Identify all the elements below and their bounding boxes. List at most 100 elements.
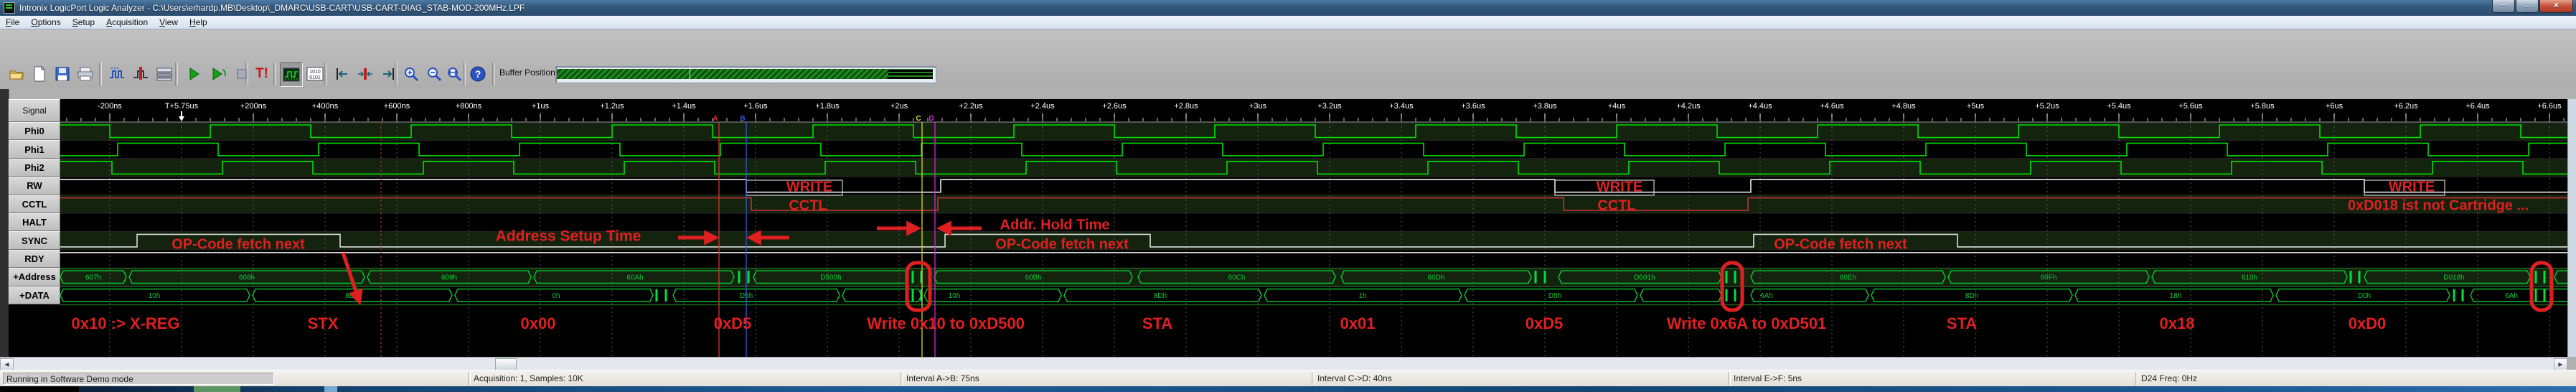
buffer-position-label: Buffer Position:: [499, 67, 558, 78]
signal-label-cctl[interactable]: CCTL: [9, 195, 60, 213]
stop-icon[interactable]: [231, 62, 253, 85]
state-view-icon[interactable]: 1010 0101: [304, 62, 326, 85]
svg-text:+2us: +2us: [890, 102, 908, 111]
goto-start-icon[interactable]: [332, 62, 353, 85]
signal-setup-icon[interactable]: [106, 62, 128, 85]
svg-text:-200ns: -200ns: [98, 102, 122, 111]
new-icon[interactable]: [29, 62, 50, 85]
svg-text:+1.6us: +1.6us: [743, 102, 768, 111]
svg-text:A: A: [713, 115, 718, 123]
zoom-in-icon[interactable]: [400, 62, 422, 85]
svg-text:+3.4us: +3.4us: [1389, 102, 1414, 111]
open-icon[interactable]: [6, 62, 27, 85]
svg-text:+3.2us: +3.2us: [1317, 102, 1342, 111]
run-icon[interactable]: [184, 62, 205, 85]
signal-label-phi0[interactable]: Phi0: [9, 122, 60, 141]
svg-text:+200ns: +200ns: [240, 102, 267, 111]
list-setup-icon[interactable]: [154, 62, 175, 85]
signal-label-halt[interactable]: HALT: [9, 213, 60, 232]
red-annotation: 0x00: [521, 314, 556, 332]
app-icon: [4, 2, 15, 14]
zoom-fit-icon[interactable]: [443, 62, 465, 85]
red-annotation: 0x10 :> X-REG: [71, 314, 179, 332]
toolbar-separator: [273, 62, 276, 85]
red-annotation: 0xD018 ist not Cartridge ...: [2348, 197, 2529, 213]
svg-text:+4us: +4us: [1608, 102, 1626, 111]
menu-item-help[interactable]: Help: [184, 17, 213, 27]
svg-text:610h: 610h: [2242, 274, 2257, 281]
red-annotation: 0x18: [2160, 314, 2195, 332]
red-annotation: CCTL: [789, 197, 827, 213]
menu-item-file[interactable]: File: [0, 17, 25, 27]
toolbar-separator: [492, 62, 495, 85]
run-repetitive-icon[interactable]: [208, 62, 230, 85]
waveform-view-icon[interactable]: [280, 62, 303, 87]
svg-text:C: C: [916, 115, 921, 123]
svg-text:18h: 18h: [2170, 292, 2182, 300]
svg-text:+5.2us: +5.2us: [2035, 102, 2059, 111]
svg-text:+4.8us: +4.8us: [1891, 102, 1916, 111]
svg-text:+1.2us: +1.2us: [600, 102, 624, 111]
goto-trigger-icon[interactable]: [354, 62, 376, 85]
vertical-scrollbar[interactable]: [2567, 99, 2576, 357]
svg-text:60Bh: 60Bh: [1025, 274, 1041, 281]
svg-text:+4.6us: +4.6us: [1820, 102, 1844, 111]
svg-text:8Dh: 8Dh: [1965, 292, 1978, 300]
svg-text:+3us: +3us: [1249, 102, 1267, 111]
svg-text:607h: 607h: [85, 274, 101, 281]
red-annotation: OP-Code fetch next: [1774, 236, 1907, 252]
signal-label-data[interactable]: +DATA: [9, 286, 60, 304]
trigger-now-icon[interactable]: T!: [251, 62, 273, 85]
svg-text:10h: 10h: [949, 292, 961, 300]
svg-text:60Dh: 60Dh: [1428, 274, 1445, 281]
svg-text:D5h: D5h: [1548, 292, 1561, 300]
signal-label-sync[interactable]: SYNC: [9, 231, 60, 250]
status-bar: Running in Software Demo mode Acquisition…: [0, 370, 2576, 387]
signal-label-phi2[interactable]: Phi2: [9, 158, 60, 177]
trigger-setup-icon[interactable]: [130, 62, 151, 85]
svg-text:?: ?: [475, 68, 481, 80]
toolbar-separator: [245, 62, 248, 85]
signal-label-rw[interactable]: RW: [9, 177, 60, 195]
minimize-button[interactable]: ─: [2492, 0, 2515, 13]
horizontal-scrollbar[interactable]: ◀ ▶: [0, 357, 2567, 371]
svg-text:609h: 609h: [441, 274, 457, 281]
status-field: D24 Freq: 0Hz: [2141, 373, 2198, 383]
svg-text:0h: 0h: [552, 292, 560, 300]
svg-text:B: B: [740, 115, 745, 123]
close-button[interactable]: ×: [2539, 0, 2573, 13]
waveform-display[interactable]: -200ns T+5.75us +200ns +400ns +600ns +800ns +1…: [0, 99, 2576, 357]
svg-text:D018h: D018h: [2443, 274, 2464, 281]
taskbar-sliver: [0, 386, 2576, 392]
title-bar[interactable]: Intronix LogicPort Logic Analyzer - C:\U…: [0, 0, 2576, 16]
zoom-out-icon[interactable]: [423, 62, 445, 85]
status-field: Interval A->B: 75ns: [906, 373, 979, 383]
menu-item-setup[interactable]: Setup: [67, 17, 100, 27]
menu-item-options[interactable]: Options: [25, 17, 66, 27]
maximize-button[interactable]: □: [2516, 0, 2539, 13]
svg-text:+5us: +5us: [1967, 102, 1985, 111]
print-icon[interactable]: [75, 62, 96, 85]
menu-item-acquisition[interactable]: Acquisition: [100, 17, 154, 27]
svg-text:+4.2us: +4.2us: [1676, 102, 1701, 111]
buffer-position-bar[interactable]: [555, 66, 936, 83]
red-annotation: 0x01: [1340, 314, 1376, 332]
signal-label-address[interactable]: +Address: [9, 268, 60, 286]
svg-text:+6us: +6us: [2326, 102, 2344, 111]
toolbar-separator: [99, 62, 102, 85]
status-field: Acquisition: 1, Samples: 10K: [474, 373, 583, 383]
svg-text:+6.6us: +6.6us: [2537, 102, 2562, 111]
svg-text:+1.8us: +1.8us: [815, 102, 840, 111]
signal-label-phi1[interactable]: Phi1: [9, 140, 60, 159]
buffer-fill: [557, 69, 888, 79]
red-annotation: 0xD5: [1526, 314, 1564, 332]
help-icon[interactable]: ?: [467, 62, 489, 85]
menu-item-view[interactable]: View: [154, 17, 184, 27]
svg-text:+2.6us: +2.6us: [1102, 102, 1127, 111]
svg-text:T+5.75us: T+5.75us: [165, 102, 199, 111]
svg-text:D: D: [929, 115, 934, 123]
save-icon[interactable]: [52, 62, 73, 85]
svg-text:+3.6us: +3.6us: [1461, 102, 1485, 111]
status-separator: [901, 372, 903, 386]
signal-label-rdy[interactable]: RDY: [9, 249, 60, 269]
